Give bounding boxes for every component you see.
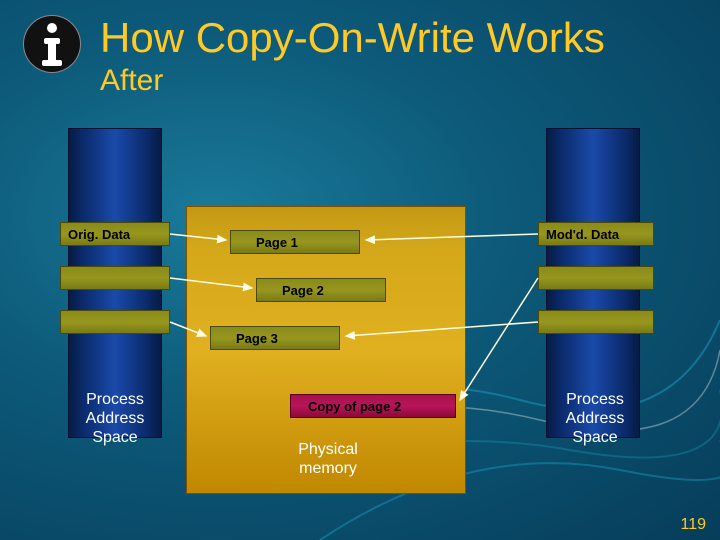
right-modd-data-label: Mod'd. Data [546,227,619,242]
slide-subtitle: After [100,64,163,98]
page-3-label: Page 3 [236,331,278,346]
slide-title: How Copy-On-Write Works [100,14,605,62]
info-icon [20,12,84,76]
right-caption: Process Address Space [540,390,650,448]
page-1-label: Page 1 [256,235,298,250]
left-page2-ref-band [60,266,170,290]
left-orig-data-label: Orig. Data [68,227,130,242]
right-page2-ref-band [538,266,654,290]
center-caption: Physical memory [268,440,388,478]
right-page3-ref-band [538,310,654,334]
left-caption: Process Address Space [60,390,170,448]
copy-page-2-label: Copy of page 2 [308,399,401,414]
left-page3-ref-band [60,310,170,334]
page-2-label: Page 2 [282,283,324,298]
page-number: 119 [680,516,706,534]
